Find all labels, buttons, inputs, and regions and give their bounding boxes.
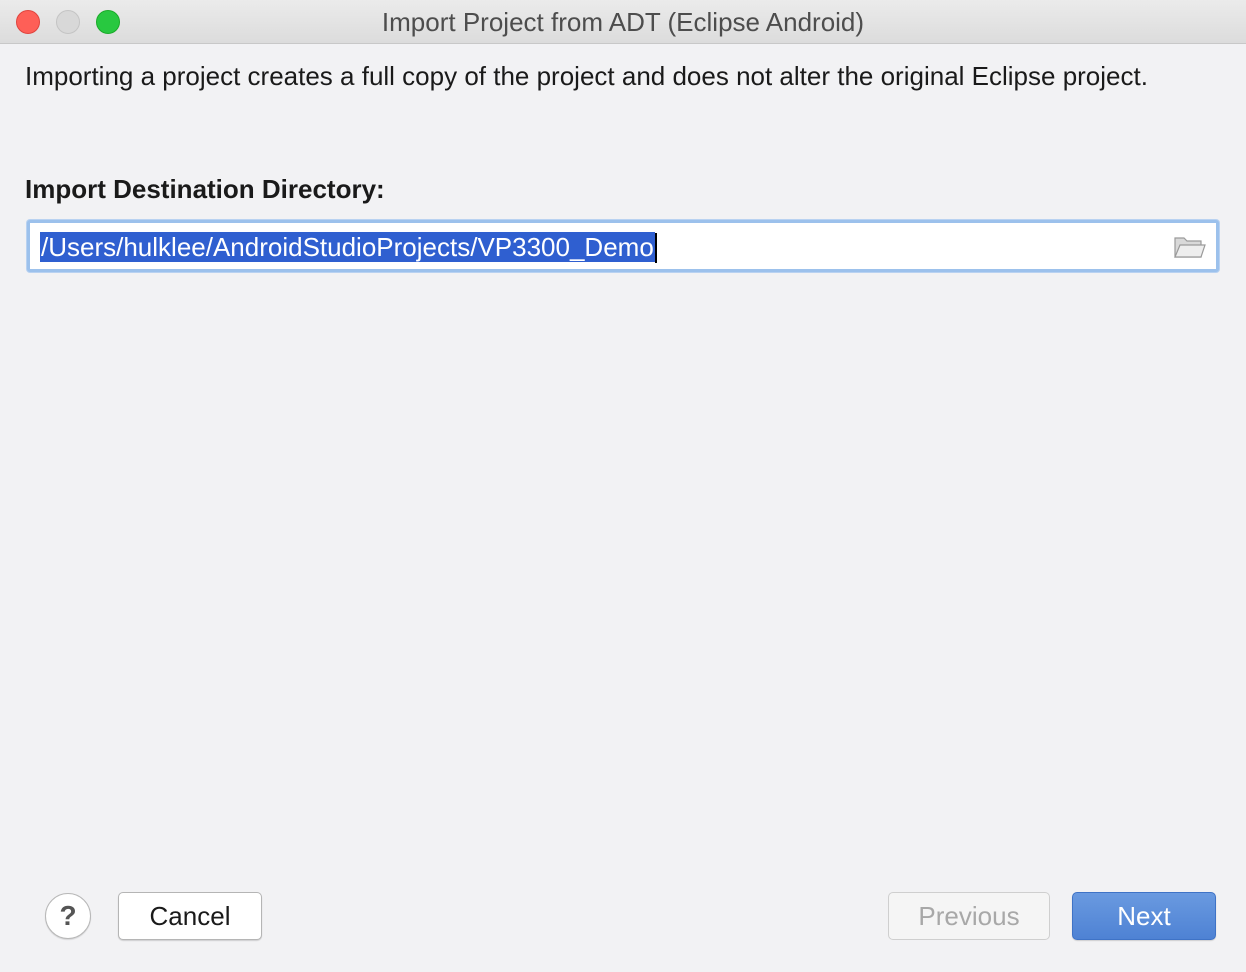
previous-button[interactable]: Previous <box>888 892 1050 940</box>
folder-icon[interactable] <box>1174 235 1206 259</box>
help-button[interactable]: ? <box>45 893 91 939</box>
import-project-dialog: Import Project from ADT (Eclipse Android… <box>0 0 1246 972</box>
cancel-button[interactable]: Cancel <box>118 892 262 940</box>
text-caret <box>655 233 657 263</box>
destination-directory-label: Import Destination Directory: <box>25 174 385 204</box>
window-title: Import Project from ADT (Eclipse Android… <box>381 7 865 37</box>
title-bar[interactable]: Import Project from ADT (Eclipse Android… <box>0 0 1246 44</box>
next-button[interactable]: Next <box>1072 892 1216 940</box>
destination-path-value[interactable]: /Users/hulklee/AndroidStudioProjects/VP3… <box>40 232 655 262</box>
destination-path-field[interactable]: /Users/hulklee/AndroidStudioProjects/VP3… <box>27 220 1219 272</box>
import-description: Importing a project creates a full copy … <box>25 61 1148 91</box>
